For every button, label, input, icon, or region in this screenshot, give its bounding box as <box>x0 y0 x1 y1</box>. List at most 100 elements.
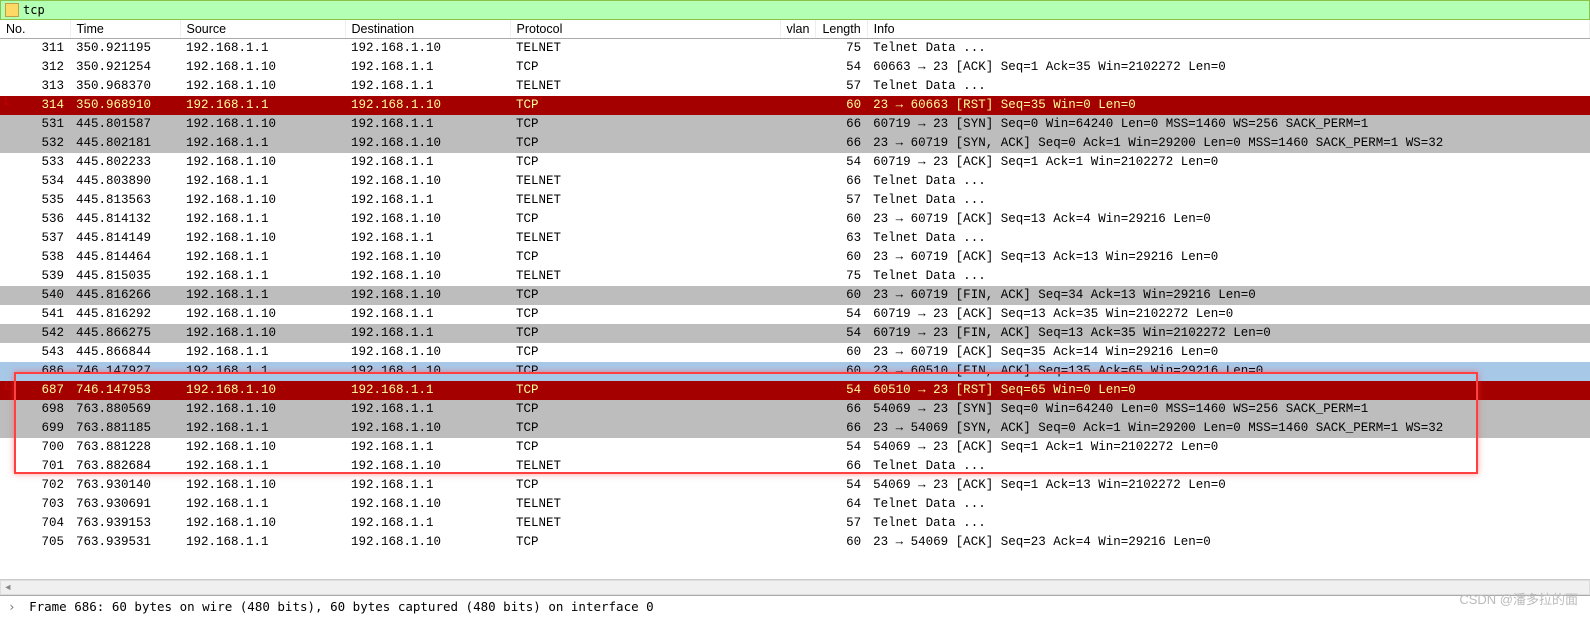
cell-no: 701 <box>0 457 70 476</box>
table-row[interactable]: 538445.814464192.168.1.1192.168.1.10TCP6… <box>0 248 1590 267</box>
cell-length: 63 <box>816 229 867 248</box>
table-row[interactable]: 541445.816292192.168.1.10192.168.1.1TCP5… <box>0 305 1590 324</box>
col-header-protocol[interactable]: Protocol <box>510 20 780 39</box>
table-row[interactable]: 700763.881228192.168.1.10192.168.1.1TCP5… <box>0 438 1590 457</box>
cell-vlan <box>780 457 816 476</box>
cell-destination: 192.168.1.1 <box>345 381 510 400</box>
cell-time: 763.880569 <box>70 400 180 419</box>
frame-summary[interactable]: Frame 686: 60 bytes on wire (480 bits), … <box>29 599 654 614</box>
packet-detail-pane[interactable]: › Frame 686: 60 bytes on wire (480 bits)… <box>0 595 1590 617</box>
cell-info: 60719 → 23 [SYN] Seq=0 Win=64240 Len=0 M… <box>867 115 1589 134</box>
col-header-time[interactable]: Time <box>70 20 180 39</box>
cell-info: 60719 → 23 [ACK] Seq=1 Ack=1 Win=2102272… <box>867 153 1589 172</box>
col-header-no[interactable]: No. <box>0 20 70 39</box>
cell-info: 54069 → 23 [SYN] Seq=0 Win=64240 Len=0 M… <box>867 400 1589 419</box>
col-header-length[interactable]: Length <box>816 20 867 39</box>
cell-destination: 192.168.1.1 <box>345 476 510 495</box>
cell-length: 60 <box>816 210 867 229</box>
cell-time: 445.815035 <box>70 267 180 286</box>
table-row[interactable]: 535445.813563192.168.1.10192.168.1.1TELN… <box>0 191 1590 210</box>
col-header-info[interactable]: Info <box>867 20 1589 39</box>
cell-protocol: TELNET <box>510 229 780 248</box>
cell-no: 538 <box>0 248 70 267</box>
cell-length: 66 <box>816 400 867 419</box>
table-row[interactable]: 705763.939531192.168.1.1192.168.1.10TCP6… <box>0 533 1590 552</box>
table-row[interactable]: 703763.930691192.168.1.1192.168.1.10TELN… <box>0 495 1590 514</box>
table-row[interactable]: └314350.968910192.168.1.1192.168.1.10TCP… <box>0 96 1590 115</box>
cell-protocol: TCP <box>510 58 780 77</box>
packet-table-header[interactable]: No. Time Source Destination Protocol vla… <box>0 20 1590 39</box>
cell-protocol: TELNET <box>510 172 780 191</box>
cell-time: 763.882684 <box>70 457 180 476</box>
cell-destination: 192.168.1.1 <box>345 400 510 419</box>
table-row[interactable]: 532445.802181192.168.1.1192.168.1.10TCP6… <box>0 134 1590 153</box>
table-row[interactable]: 543445.866844192.168.1.1192.168.1.10TCP6… <box>0 343 1590 362</box>
cell-protocol: TELNET <box>510 39 780 58</box>
cell-length: 66 <box>816 134 867 153</box>
table-row[interactable]: 312350.921254192.168.1.10192.168.1.1TCP5… <box>0 58 1590 77</box>
cell-info: Telnet Data ... <box>867 172 1589 191</box>
cell-time: 350.921195 <box>70 39 180 58</box>
col-header-destination[interactable]: Destination <box>345 20 510 39</box>
col-header-source[interactable]: Source <box>180 20 345 39</box>
col-header-vlan[interactable]: vlan <box>780 20 816 39</box>
cell-time: 445.802233 <box>70 153 180 172</box>
table-row[interactable]: └687746.147953192.168.1.10192.168.1.1TCP… <box>0 381 1590 400</box>
cell-protocol: TELNET <box>510 77 780 96</box>
cell-source: 192.168.1.1 <box>180 286 345 305</box>
cell-protocol: TCP <box>510 381 780 400</box>
cell-info: Telnet Data ... <box>867 514 1589 533</box>
cell-info: Telnet Data ... <box>867 39 1589 58</box>
table-row[interactable]: 702763.930140192.168.1.10192.168.1.1TCP5… <box>0 476 1590 495</box>
table-row[interactable]: 537445.814149192.168.1.10192.168.1.1TELN… <box>0 229 1590 248</box>
cell-source: 192.168.1.1 <box>180 419 345 438</box>
cell-source: 192.168.1.1 <box>180 134 345 153</box>
cell-info: 23 → 60719 [FIN, ACK] Seq=34 Ack=13 Win=… <box>867 286 1589 305</box>
cell-info: 23 → 60510 [FIN, ACK] Seq=135 Ack=65 Win… <box>867 362 1589 381</box>
filter-text[interactable]: tcp <box>23 3 1585 17</box>
cell-source: 192.168.1.1 <box>180 343 345 362</box>
table-row[interactable]: 539445.815035192.168.1.1192.168.1.10TELN… <box>0 267 1590 286</box>
cell-length: 57 <box>816 191 867 210</box>
cell-vlan <box>780 533 816 552</box>
cell-protocol: TELNET <box>510 457 780 476</box>
cell-length: 75 <box>816 267 867 286</box>
cell-time: 763.939153 <box>70 514 180 533</box>
cell-destination: 192.168.1.10 <box>345 172 510 191</box>
table-row[interactable]: 704763.939153192.168.1.10192.168.1.1TELN… <box>0 514 1590 533</box>
cell-time: 445.814464 <box>70 248 180 267</box>
cell-no: 313 <box>0 77 70 96</box>
cell-length: 60 <box>816 248 867 267</box>
cell-protocol: TCP <box>510 210 780 229</box>
horizontal-scrollbar[interactable]: ◄ <box>0 580 1590 595</box>
cell-time: 763.930140 <box>70 476 180 495</box>
cell-no: 704 <box>0 514 70 533</box>
cell-protocol: TCP <box>510 286 780 305</box>
cell-source: 192.168.1.1 <box>180 533 345 552</box>
scroll-left-icon[interactable]: ◄ <box>1 581 15 594</box>
table-row[interactable]: 313350.968370192.168.1.10192.168.1.1TELN… <box>0 77 1590 96</box>
table-row[interactable]: 531445.801587192.168.1.10192.168.1.1TCP6… <box>0 115 1590 134</box>
cell-info: 54069 → 23 [ACK] Seq=1 Ack=1 Win=2102272… <box>867 438 1589 457</box>
table-row[interactable]: 311350.921195192.168.1.1192.168.1.10TELN… <box>0 39 1590 58</box>
display-filter-bar[interactable]: tcp <box>0 0 1590 20</box>
cell-no: 539 <box>0 267 70 286</box>
table-row[interactable]: 698763.880569192.168.1.10192.168.1.1TCP6… <box>0 400 1590 419</box>
cell-no: 702 <box>0 476 70 495</box>
table-row[interactable]: 534445.803890192.168.1.1192.168.1.10TELN… <box>0 172 1590 191</box>
cell-no: 535 <box>0 191 70 210</box>
table-row[interactable]: 536445.814132192.168.1.1192.168.1.10TCP6… <box>0 210 1590 229</box>
bookmark-icon <box>5 3 19 17</box>
table-row[interactable]: 701763.882684192.168.1.1192.168.1.10TELN… <box>0 457 1590 476</box>
cell-no: 533 <box>0 153 70 172</box>
cell-vlan <box>780 248 816 267</box>
expand-icon[interactable]: › <box>8 599 16 614</box>
cell-destination: 192.168.1.1 <box>345 305 510 324</box>
table-row[interactable]: 533445.802233192.168.1.10192.168.1.1TCP5… <box>0 153 1590 172</box>
table-row[interactable]: 699763.881185192.168.1.1192.168.1.10TCP6… <box>0 419 1590 438</box>
table-row[interactable]: 540445.816266192.168.1.1192.168.1.10TCP6… <box>0 286 1590 305</box>
table-row[interactable]: 686746.147927192.168.1.1192.168.1.10TCP6… <box>0 362 1590 381</box>
packet-list-pane[interactable]: No. Time Source Destination Protocol vla… <box>0 20 1590 580</box>
table-row[interactable]: 542445.866275192.168.1.10192.168.1.1TCP5… <box>0 324 1590 343</box>
cell-length: 60 <box>816 343 867 362</box>
